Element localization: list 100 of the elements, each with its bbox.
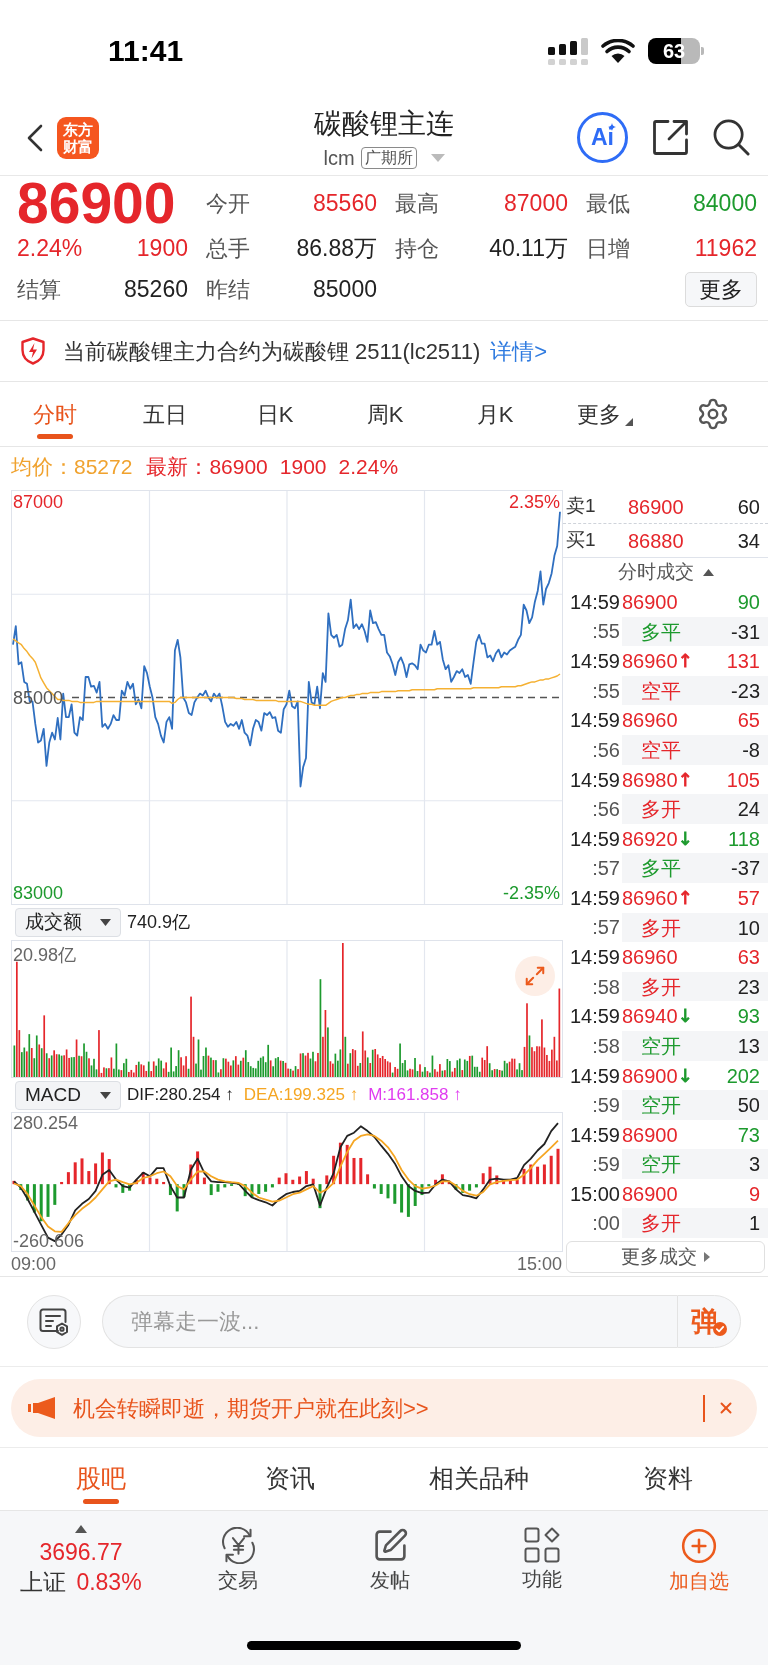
stat-label: 最高 — [395, 189, 439, 218]
trade-volume: 73 — [737, 1122, 760, 1148]
turnover-total: 740.9亿 — [127, 911, 191, 934]
order-volume: 34 — [737, 528, 760, 554]
stat-label: 总手 — [206, 234, 250, 263]
macd-indicator-value: DIF:280.254 ↑ — [127, 1084, 234, 1107]
trade-volume: 65 — [737, 708, 760, 734]
position-change: 50 — [736, 1093, 760, 1119]
trade-time: 15:00 — [568, 1181, 620, 1207]
trade-price: 86900 — [622, 1122, 678, 1148]
index-name: 上证 — [20, 1569, 67, 1595]
stat-label: 持仓 — [395, 234, 439, 263]
position-change: 10 — [736, 915, 760, 941]
time-axis-label: 09:00 — [11, 1253, 57, 1275]
time-axis-label: 15:00 — [516, 1253, 562, 1275]
index-change: 0.83% — [76, 1569, 142, 1595]
stat-label: 日增 — [586, 234, 630, 263]
trade-volume: 202 — [726, 1063, 760, 1089]
trade-type: 多开 — [640, 974, 682, 1000]
trade-seconds: :57 — [591, 856, 620, 882]
order-level-label: 卖1 — [566, 494, 597, 519]
trade-time: 14:59 — [568, 1063, 620, 1089]
trend-arrow: ↑ — [677, 652, 693, 671]
trade-volume: 57 — [737, 885, 760, 911]
notice-text: 当前碳酸锂主力合约为碳酸锂 2511(lc2511) — [63, 337, 481, 366]
stat-value: 86.88万 — [296, 233, 377, 263]
trend-arrow: ↑ — [677, 888, 693, 907]
trade-type: 空开 — [640, 1033, 682, 1059]
macd-axis-label: -260.606 — [13, 1231, 85, 1251]
axis-percent-label: -2.35% — [502, 882, 560, 904]
trade-price: 86920 — [622, 826, 678, 852]
order-price: 86900 — [628, 494, 685, 520]
position-change: -31 — [730, 619, 760, 645]
contract-code: lcm — [323, 145, 355, 171]
trade-seconds: :58 — [591, 1033, 620, 1059]
trade-type: 多平 — [640, 856, 682, 882]
trade-volume: 118 — [728, 826, 760, 852]
order-level-label: 买1 — [566, 528, 597, 553]
position-change: -37 — [730, 856, 760, 882]
macd-indicator-value: M:161.858 ↑ — [368, 1084, 462, 1107]
last-price: 86900 — [17, 179, 177, 227]
trade-price: 86960 — [622, 708, 678, 734]
trade-seconds: :55 — [591, 619, 620, 645]
exchange-badge: 广期所 — [360, 146, 417, 169]
stat-value: 85560 — [313, 188, 377, 218]
trade-price: 86940 — [622, 1004, 678, 1030]
logo-text: 东方财富 — [63, 120, 93, 155]
contract-title: 碳酸锂主连 — [314, 106, 454, 141]
trade-time: 14:59 — [568, 885, 620, 911]
stat-value: 84000 — [693, 188, 757, 218]
trade-seconds: :59 — [591, 1092, 620, 1118]
axis-price-label: 87000 — [13, 491, 64, 513]
average-price-value: 85272 — [74, 454, 133, 481]
trade-volume: 105 — [726, 767, 760, 793]
position-change: 13 — [736, 1033, 760, 1059]
trade-type: 多开 — [640, 797, 682, 823]
status-time: 11:41 — [108, 36, 184, 66]
trades-title: 分时成交 — [617, 560, 694, 585]
position-change: 24 — [736, 797, 760, 823]
trade-time: 14:59 — [568, 1004, 620, 1030]
stat-value: 85260 — [124, 274, 188, 304]
stat-label: 结算 — [17, 275, 61, 304]
trade-price: 86980 — [622, 767, 678, 793]
trade-time: 14:59 — [568, 590, 620, 615]
trade-type: 多开 — [640, 1211, 682, 1237]
trade-seconds: :58 — [591, 974, 620, 1000]
trade-seconds: :59 — [591, 1152, 620, 1178]
volume-max-label: 20.98亿 — [13, 944, 77, 966]
axis-price-label: 83000 — [13, 882, 64, 904]
trend-arrow: ↓ — [677, 1007, 693, 1026]
position-change: 1 — [747, 1211, 760, 1237]
trade-seconds: :57 — [591, 915, 620, 941]
trade-price: 86900 — [622, 590, 678, 615]
stat-label: 昨结 — [206, 275, 250, 304]
trade-volume: 90 — [737, 590, 760, 615]
stat-label: 今开 — [206, 189, 250, 218]
trade-seconds: :56 — [591, 737, 620, 763]
macd-axis-label: 280.254 — [13, 1113, 79, 1133]
trade-price: 86960 — [622, 649, 678, 675]
position-change: -8 — [741, 737, 760, 763]
trade-type: 空开 — [640, 1152, 682, 1178]
latest-price-label: 最新： — [146, 454, 210, 481]
stat-value: 85000 — [313, 274, 377, 304]
trade-time: 14:59 — [568, 826, 620, 852]
price-change: 1900 — [136, 233, 188, 263]
change-percent: 2.24% — [17, 233, 83, 263]
trend-arrow: ↓ — [677, 829, 693, 848]
stat-value: 40.11万 — [489, 233, 568, 263]
trade-time: 14:59 — [568, 649, 620, 675]
trade-volume: 131 — [726, 649, 760, 675]
stat-value: 11962 — [694, 233, 757, 263]
position-change: 23 — [736, 974, 760, 1000]
average-price-label: 均价： — [11, 454, 74, 481]
trade-type: 空平 — [640, 678, 682, 704]
trade-seconds: :00 — [591, 1211, 620, 1237]
position-change: 3 — [747, 1152, 760, 1178]
order-volume: 60 — [737, 494, 760, 520]
order-price: 86880 — [628, 528, 685, 554]
trade-time: 14:59 — [568, 767, 620, 793]
trade-volume: 9 — [748, 1181, 760, 1207]
